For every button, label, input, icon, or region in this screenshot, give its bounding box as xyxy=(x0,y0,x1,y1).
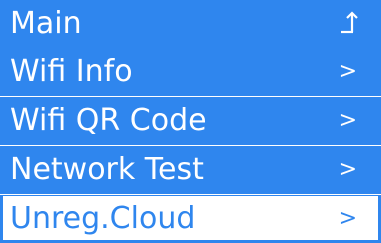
menu-item-unreg-cloud[interactable]: Unreg.Cloud > xyxy=(0,195,381,243)
menu-item-wifi-info[interactable]: Wifi Info > xyxy=(0,48,381,96)
menu-item-label: Wifi QR Code xyxy=(10,103,207,138)
chevron-right-icon: > xyxy=(338,108,357,133)
menu-item-label: Main xyxy=(10,6,82,41)
up-arrow-icon xyxy=(341,11,358,34)
menu-item-label: Wifi Info xyxy=(10,54,133,89)
menu-item-network-test[interactable]: Network Test > xyxy=(0,146,381,194)
chevron-right-icon: > xyxy=(338,157,357,182)
menu-item-wifi-qr-code[interactable]: Wifi QR Code > xyxy=(0,97,381,145)
device-screen: Main Wifi Info > Wifi QR Code > Network … xyxy=(0,0,381,243)
menu-item-label: Network Test xyxy=(10,152,204,187)
chevron-right-icon: > xyxy=(338,206,357,231)
menu-item-main[interactable]: Main xyxy=(0,0,381,48)
menu-item-label: Unreg.Cloud xyxy=(10,201,196,236)
chevron-right-icon: > xyxy=(338,59,357,84)
